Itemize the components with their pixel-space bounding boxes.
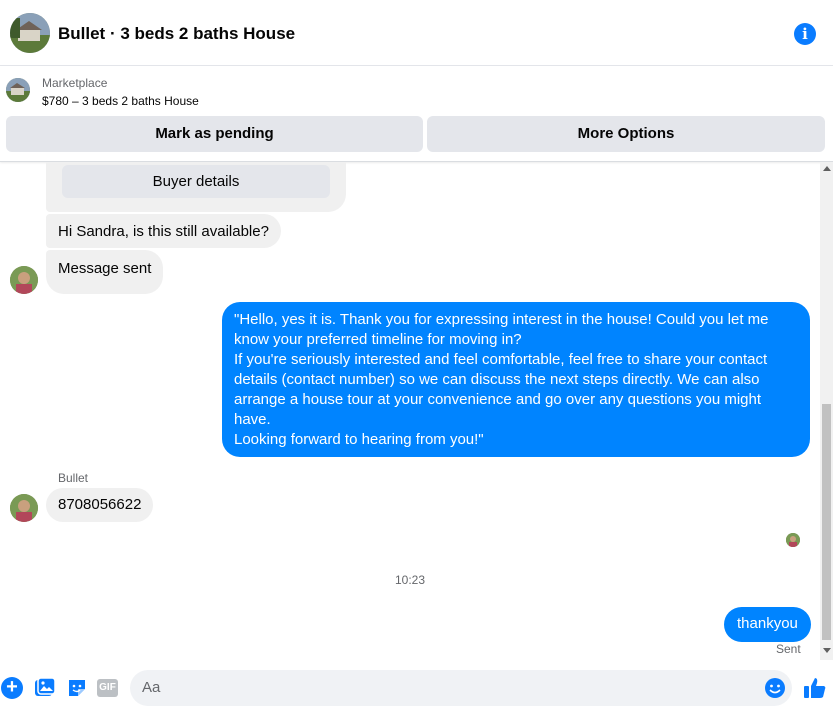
thumbs-up-icon[interactable] (803, 676, 827, 700)
listing-price-title[interactable]: $780 – 3 beds 2 baths House (42, 94, 199, 108)
photo-icon[interactable] (34, 677, 56, 699)
contact-avatar[interactable] (10, 266, 38, 294)
scroll-up-arrow-icon[interactable] (823, 166, 831, 171)
buyer-info-card: Buyer details (46, 162, 346, 212)
message-input[interactable]: Aa (130, 670, 792, 706)
message-input-placeholder: Aa (142, 679, 161, 696)
conversation-header: Bullet · 3 beds 2 baths House i (0, 0, 833, 66)
sticker-icon[interactable] (66, 677, 88, 699)
contact-avatar[interactable] (10, 494, 38, 522)
emoji-icon[interactable] (764, 677, 786, 699)
message-timestamp: 10:23 (394, 573, 426, 587)
message-list[interactable]: Buyer details Hi Sandra, is this still a… (0, 162, 820, 660)
mark-as-pending-button[interactable]: Mark as pending (6, 116, 423, 152)
more-options-button[interactable]: More Options (427, 116, 825, 152)
outgoing-message[interactable]: thankyou (724, 607, 811, 642)
listing-avatar[interactable] (10, 13, 50, 53)
plus-icon[interactable]: + (1, 677, 23, 699)
conversation-title[interactable]: Bullet · 3 beds 2 baths House (58, 24, 295, 44)
marketplace-listing-bar: Marketplace $780 – 3 beds 2 baths House … (0, 66, 833, 162)
scroll-thumb[interactable] (822, 404, 831, 640)
outgoing-message[interactable]: "Hello, yes it is. Thank you for express… (222, 302, 810, 457)
listing-source-label: Marketplace (42, 76, 108, 90)
scroll-down-arrow-icon[interactable] (823, 648, 831, 653)
listing-thumbnail[interactable] (6, 78, 30, 102)
buyer-details-button[interactable]: Buyer details (62, 165, 330, 198)
sender-name: Bullet (58, 471, 89, 485)
incoming-message[interactable]: Hi Sandra, is this still available? (46, 214, 281, 248)
gif-icon[interactable]: GIF (97, 679, 118, 697)
delivery-status: Sent (776, 642, 801, 656)
seen-receipt-avatar (786, 533, 800, 547)
message-scrollbar[interactable] (820, 162, 833, 660)
incoming-message[interactable]: Message sent (46, 250, 164, 294)
info-icon[interactable]: i (794, 23, 816, 45)
message-composer: + GIF Aa (0, 660, 833, 706)
incoming-message[interactable]: 8708056622 (46, 488, 154, 522)
